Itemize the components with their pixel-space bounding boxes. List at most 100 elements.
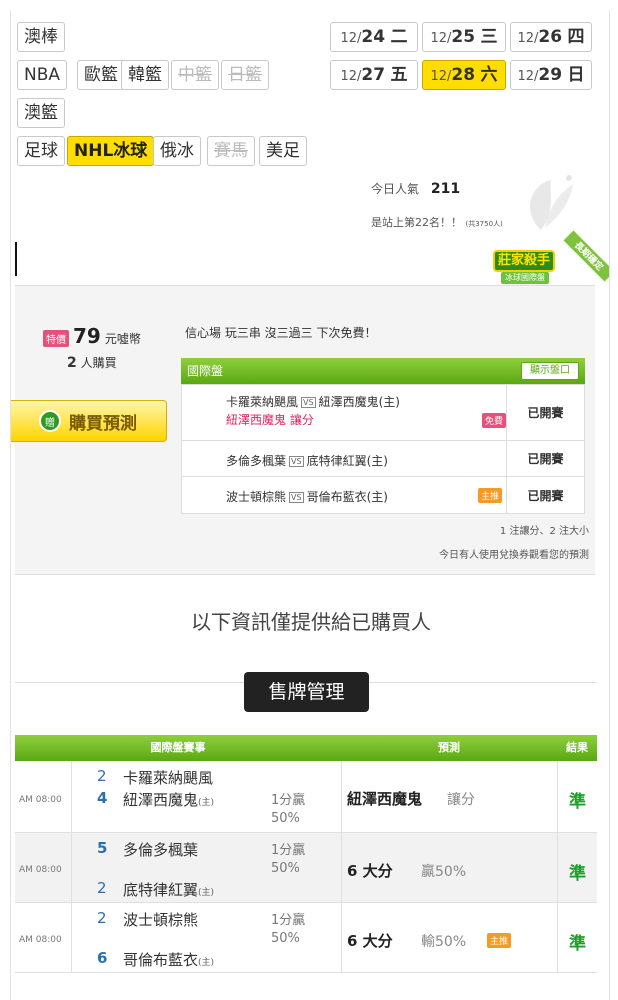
league-chip-japan-basketball: 日籃: [221, 60, 269, 90]
featured-tag: 主推: [478, 488, 503, 503]
results-table: 國際盤賽事 預測 結果 AM 08:00 2 卡羅萊納颶風 4 紐澤西魔鬼(主)…: [15, 735, 597, 973]
home-team-name: 底特律紅翼: [123, 881, 199, 899]
league-chip-horse-racing: 賽馬: [207, 136, 255, 166]
date-day: 29: [538, 65, 563, 85]
col-divider: [341, 761, 342, 832]
league-chip-aus-baseball[interactable]: 澳棒: [17, 22, 65, 52]
special-tag: 特價: [43, 330, 69, 347]
game-time: AM 08:00: [19, 795, 62, 805]
date-weekday: 日: [567, 65, 585, 85]
line-percent: 50%: [271, 811, 300, 826]
badge-sub: 冰球國際盤: [501, 272, 549, 284]
buy-button-label: 購買預測: [69, 413, 137, 434]
show-odds-button[interactable]: 顯示盤口: [521, 362, 579, 380]
match-status: 已開賽: [506, 385, 584, 440]
sales-management-button[interactable]: 售牌管理: [244, 672, 369, 712]
pick-summary: 1 注讓分、2 注大小: [499, 526, 589, 537]
date-chip-1229[interactable]: 12/29 日: [510, 60, 592, 90]
vs-icon: VS: [289, 456, 304, 467]
line-percent: 50%: [271, 931, 300, 946]
buy-prediction-button[interactable]: 贈 購買預測: [11, 400, 167, 442]
result-accurate: 準: [569, 934, 586, 954]
date-month: 12/: [517, 31, 539, 46]
league-chip-china-basketball: 中籃: [171, 60, 219, 90]
line-percent: 50%: [271, 861, 300, 876]
vs-icon: VS: [289, 492, 304, 503]
badge: 莊家殺手 冰球國際盤: [491, 242, 561, 290]
date-chip-1224[interactable]: 12/24 二: [330, 22, 418, 52]
league-chip-euro-basketball[interactable]: 歐籃: [77, 60, 125, 90]
date-month: 12/: [430, 69, 452, 84]
line-result: 1分贏: [271, 913, 306, 928]
home-team: 哥倫布藍衣(主): [306, 490, 388, 504]
away-team: 波士頓棕熊: [226, 490, 287, 504]
results-header: 國際盤賽事 預測 結果: [15, 735, 597, 761]
header-result: 結果: [566, 741, 588, 754]
badge-title: 莊家殺手: [493, 250, 555, 272]
vs-icon: VS: [301, 397, 316, 408]
home-mark: (主): [198, 888, 215, 898]
col-divider: [341, 833, 342, 902]
rank-text: 是站上第22名！！: [371, 216, 462, 229]
home-team-name: 紐澤西魔鬼: [123, 791, 199, 809]
league-chip-russia-hockey[interactable]: 俄冰: [153, 136, 201, 166]
home-team: 哥倫布藍衣(主): [123, 949, 214, 970]
league-chip-american-football[interactable]: 美足: [259, 136, 307, 166]
date-weekday: 二: [390, 27, 408, 47]
home-team-name: 哥倫布藍衣: [123, 951, 199, 969]
date-month: 12/: [430, 31, 452, 46]
col-divider: [71, 761, 72, 832]
intl-odds-header: 國際盤 顯示盤口: [181, 358, 585, 384]
match-list: 卡羅萊納颶風 VS 紐澤西魔鬼(主) 紐澤西魔鬼 讓分 免費 已開賽 多倫多楓葉 VS…: [181, 384, 585, 514]
date-month: 12/: [340, 31, 362, 46]
date-chip-1226[interactable]: 12/26 四: [510, 22, 592, 52]
league-chip-korea-basketball[interactable]: 韓籃: [121, 60, 169, 90]
home-score: 4: [97, 789, 108, 807]
popularity-value: 211: [430, 181, 461, 197]
away-score: 2: [97, 909, 107, 927]
intl-odds-title: 國際盤: [187, 364, 224, 378]
gift-icon: 贈: [39, 410, 61, 432]
result-accurate: 準: [569, 792, 586, 812]
match-row: 多倫多楓葉 VS 底特律紅翼(主) 已開賽: [182, 441, 584, 477]
home-mark: (主): [198, 958, 215, 968]
league-chip-nhl[interactable]: NHL冰球: [67, 136, 155, 166]
league-chip-nba[interactable]: NBA: [17, 60, 68, 90]
match-status: 已開賽: [506, 477, 584, 513]
away-team: 卡羅萊納颶風: [226, 395, 299, 409]
date-day: 27: [361, 65, 386, 85]
league-chip-soccer[interactable]: 足球: [17, 136, 65, 166]
price-line: 特價 79 元噓幣: [43, 324, 141, 348]
buyers-only-notice: 以下資訊僅提供給已購買人: [191, 610, 431, 634]
buyers-label: 人購買: [80, 356, 117, 370]
prediction-sub: 輸50%: [421, 934, 467, 950]
home-score: 6: [97, 949, 108, 967]
match-row: 波士頓棕熊 VS 哥倫布藍衣(主) 主推 已開賽: [182, 477, 584, 513]
away-team: 波士頓棕熊: [123, 911, 199, 929]
popularity-line: 今日人氣 211: [371, 180, 460, 197]
promo-text: 信心場 玩三串 沒三過三 下次免費！: [185, 326, 377, 340]
home-team: 紐澤西魔鬼(主): [318, 395, 400, 409]
date-weekday: 三: [480, 27, 498, 47]
date-day: 24: [361, 27, 386, 47]
game-time: AM 08:00: [19, 865, 62, 875]
price-value: 79: [73, 324, 101, 348]
result-row: AM 08:00 2 卡羅萊納颶風 4 紐澤西魔鬼(主) 1分贏 50% 紐澤西…: [15, 761, 597, 833]
coupon-note: 今日有人使用兌換券觀看您的預測: [439, 550, 589, 561]
home-team: 底特律紅翼(主): [306, 454, 388, 468]
main-panel: 澳棒 NBA 歐籃 韓籃 中籃 日籃 澳籃 足球 NHL冰球 俄冰 賽馬 美足 …: [10, 10, 610, 1000]
col-divider: [71, 833, 72, 902]
league-chip-aus-basketball[interactable]: 澳籃: [17, 98, 65, 128]
rank-line: 是站上第22名！！ (共3750人): [371, 214, 503, 230]
free-tag: 免費: [482, 413, 507, 428]
header-prediction: 預測: [438, 741, 460, 754]
col-divider: [557, 833, 558, 902]
date-chip-1228[interactable]: 12/28 六: [422, 60, 506, 90]
col-divider: [557, 761, 558, 832]
date-chip-1227[interactable]: 12/27 五: [330, 60, 418, 90]
featured-tag: 主推: [487, 933, 512, 948]
date-weekday: 五: [390, 65, 408, 85]
date-chip-1225[interactable]: 12/25 三: [422, 22, 506, 52]
away-team: 卡羅萊納颶風: [123, 769, 214, 787]
result-row: AM 08:00 2 波士頓棕熊 1分贏 50% 6 哥倫布藍衣(主) 6 大分…: [15, 903, 597, 973]
